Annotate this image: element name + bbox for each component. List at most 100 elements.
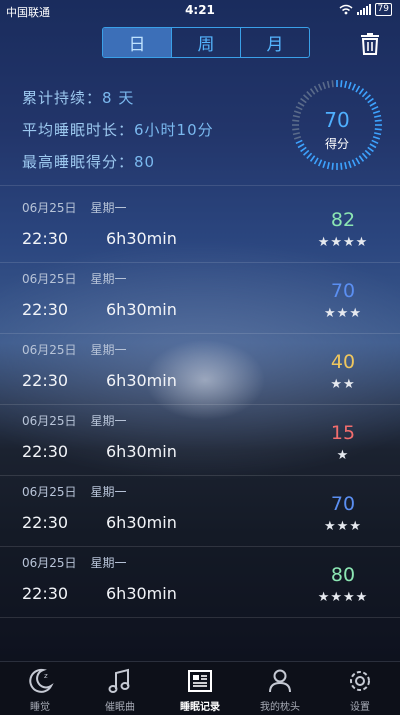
bottom-tab-pillow[interactable]: 我的枕头 [240,662,320,715]
record-score: 40 [330,351,356,373]
stat-avg-label: 平均睡眠时长： [22,121,135,139]
record-divider [0,475,400,476]
record-score: 70 [330,280,356,302]
bottom-tab-label: 睡觉 [30,702,50,713]
record-duration: 6h30min [106,442,177,461]
record-bedtime: 22:30 [22,229,69,248]
bottom-tab-bar: z 睡觉 催眠曲 睡眠记录 我的枕头 设置 [0,661,400,715]
section-divider [0,185,400,186]
ring-tick [306,91,313,98]
ring-tick [331,162,334,170]
ring-tick [306,152,313,159]
bottom-tab-sleep[interactable]: z 睡觉 [0,662,80,715]
record-stars: ★★ [330,377,356,392]
record-score: 15 [330,422,356,444]
ring-tick [347,160,352,169]
record-score: 82 [330,209,356,231]
record-divider [0,546,400,547]
record-stars: ★ [336,448,350,463]
bottom-tab-label: 设置 [350,702,370,713]
stat-best-value: 80 [134,153,156,171]
ring-tick [364,94,371,101]
stat-best-label: 最高睡眠得分： [22,153,135,171]
ring-tick [317,83,323,91]
record-date-line: 06月25日 星期一 [22,341,141,358]
record-icon [188,670,212,692]
wifi-icon [339,4,353,15]
ring-tick [300,97,307,104]
music-note-icon [108,668,130,693]
tab-day[interactable]: 日 [103,28,172,57]
status-bar: 中国联通 4:21 79 [0,0,400,22]
record-duration: 6h30min [106,584,177,603]
ring-tick [344,162,348,170]
ring-tick [351,83,357,91]
stat-average-sleep: 平均睡眠时长：6小时10分 [22,119,214,140]
stat-total-value: 8 天 [102,89,135,107]
ring-tick [297,101,305,107]
bottom-tab-lullaby[interactable]: 催眠曲 [80,662,160,715]
ring-tick [369,101,377,107]
record-date-line: 06月25日 星期一 [22,554,141,571]
ring-tick [326,162,330,170]
gear-icon [350,671,370,691]
ring-tick [351,159,357,167]
ring-tick [309,155,316,162]
record-score: 70 [330,493,356,515]
record-divider [0,404,400,405]
tab-week[interactable]: 周 [172,28,241,57]
ring-tick [355,85,361,93]
record-date-line: 06月25日 星期一 [22,412,141,429]
trash-icon[interactable] [359,31,381,55]
ring-tick [367,97,374,104]
record-date: 06月25日 [22,201,77,215]
stat-avg-value: 6小时10分 [134,121,214,139]
bottom-tab-records[interactable]: 睡眠记录 [160,662,240,715]
tab-month[interactable]: 月 [241,28,309,57]
record-weekday: 星期一 [90,556,127,570]
bottom-tab-label: 催眠曲 [105,702,135,713]
record-bedtime: 22:30 [22,371,69,390]
svg-text:z: z [44,672,48,680]
stat-total-days: 累计持续：8 天 [22,87,134,108]
ring-tick [361,91,368,98]
stat-best-score: 最高睡眠得分：80 [22,151,155,172]
record-divider [0,617,400,618]
record-date-line: 06月25日 星期一 [22,270,141,287]
record-date-line: 06月25日 星期一 [22,483,141,500]
record-weekday: 星期一 [90,201,127,215]
ring-tick [340,80,343,88]
record-stars: ★★★★ [317,235,369,250]
record-divider [0,333,400,334]
ring-tick [361,152,368,159]
ring-tick [322,160,327,169]
record-weekday: 星期一 [90,272,127,286]
record-stars: ★★★ [324,519,362,534]
score-ring-value: 70 [324,108,350,132]
record-bedtime: 22:30 [22,442,69,461]
record-duration: 6h30min [106,513,177,532]
record-duration: 6h30min [106,300,177,319]
ring-tick [322,81,327,90]
record-duration: 6h30min [106,371,177,390]
record-date: 06月25日 [22,414,77,428]
ring-tick [331,80,334,88]
record-duration: 6h30min [106,229,177,248]
bottom-tab-label: 我的枕头 [260,702,300,713]
record-date: 06月25日 [22,485,77,499]
score-ring-label: 得分 [324,137,349,151]
ring-tick [344,80,348,88]
period-segmented-control: 日 周 月 [102,27,310,58]
bottom-tab-label: 睡眠记录 [180,702,220,713]
ring-tick [358,88,365,95]
ring-tick [340,162,343,170]
record-date: 06月25日 [22,272,77,286]
ring-tick [309,88,316,95]
record-date: 06月25日 [22,343,77,357]
user-icon [269,669,291,693]
ring-tick [303,94,310,101]
record-stars: ★★★ [324,306,362,321]
battery-icon: 79 [374,3,392,16]
bottom-tab-settings[interactable]: 设置 [320,662,400,715]
record-stars: ★★★★ [317,590,369,605]
